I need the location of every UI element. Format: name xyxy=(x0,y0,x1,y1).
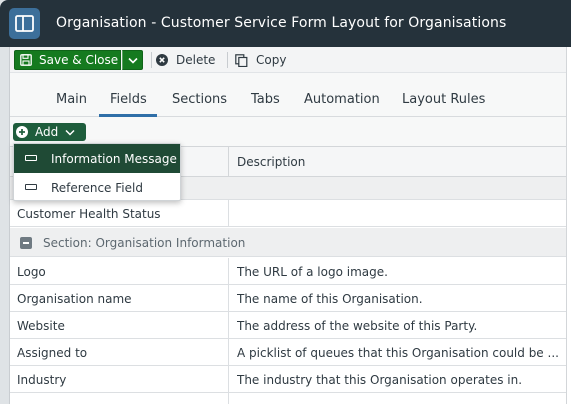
copy-icon xyxy=(235,53,248,67)
column-divider xyxy=(228,200,229,226)
save-icon xyxy=(20,54,32,66)
delete-button[interactable]: Delete xyxy=(156,51,215,69)
menu-item-label: Reference Field xyxy=(51,180,143,195)
tab-bar: Main Fields Sections Tabs Automation Lay… xyxy=(10,73,571,117)
field-name: Industry xyxy=(17,373,67,387)
field-description: A picklist of queues that this Organisat… xyxy=(237,346,559,360)
column-divider xyxy=(228,393,229,404)
field-name: Customer Health Status xyxy=(17,207,161,221)
field-icon xyxy=(25,155,37,161)
save-close-split-button: Save & Close xyxy=(14,50,148,70)
app-panel-icon[interactable] xyxy=(9,8,40,39)
table-row[interactable]: Assigned to A picklist of queues that th… xyxy=(10,339,571,366)
title-bar: Organisation - Customer Service Form Lay… xyxy=(0,0,571,47)
table-row[interactable]: Logo The URL of a logo image. xyxy=(10,258,571,285)
tab-automation[interactable]: Automation xyxy=(304,92,380,107)
field-name: Assigned to xyxy=(17,346,88,360)
field-description: The name of this Organisation. xyxy=(237,292,423,306)
delete-label: Delete xyxy=(176,53,216,67)
field-description: The industry that this Organisation oper… xyxy=(237,373,523,387)
add-toolbar: Add xyxy=(10,117,571,146)
field-name: Website xyxy=(17,319,65,333)
column-divider xyxy=(228,366,229,392)
toolbar-divider xyxy=(227,52,228,68)
copy-button[interactable]: Copy xyxy=(235,51,286,69)
toolbar-divider xyxy=(151,52,152,68)
section-header-row[interactable]: Section: Organisation Information xyxy=(10,228,571,257)
save-options-dropdown[interactable] xyxy=(122,50,143,70)
table-row[interactable] xyxy=(10,393,571,404)
add-label: Add xyxy=(35,125,59,139)
menu-item-reference-field[interactable]: Reference Field xyxy=(14,173,180,202)
save-close-label: Save & Close xyxy=(39,53,119,67)
delete-icon xyxy=(156,54,168,66)
column-divider xyxy=(228,285,229,311)
save-close-button[interactable]: Save & Close xyxy=(14,50,121,70)
field-name: Organisation name xyxy=(17,292,132,306)
add-menu: Information Message Reference Field xyxy=(13,143,181,201)
tab-tabs[interactable]: Tabs xyxy=(251,92,280,107)
toolbar: Save & Close Delete Copy xyxy=(10,47,571,73)
table-row[interactable]: Organisation name The name of this Organ… xyxy=(10,285,571,312)
column-divider xyxy=(228,147,229,177)
field-description: The URL of a logo image. xyxy=(237,265,388,279)
chevron-down-icon xyxy=(65,129,75,136)
tab-main[interactable]: Main xyxy=(56,92,87,107)
form-layout-panel: Save & Close Delete Copy Main Fields Sec… xyxy=(9,47,571,404)
field-name: Logo xyxy=(17,265,46,279)
column-divider xyxy=(228,258,229,284)
table-row[interactable]: Customer Health Status xyxy=(10,200,571,227)
field-icon xyxy=(25,184,37,190)
column-header-description[interactable]: Description xyxy=(237,155,305,169)
menu-item-label: Information Message xyxy=(51,151,177,166)
chevron-down-icon xyxy=(127,57,138,64)
menu-item-information-message[interactable]: Information Message xyxy=(14,144,180,173)
copy-label: Copy xyxy=(256,53,287,67)
plus-circle-icon xyxy=(16,126,28,138)
add-button[interactable]: Add xyxy=(13,123,86,141)
tab-sections[interactable]: Sections xyxy=(172,92,227,107)
tab-layout-rules[interactable]: Layout Rules xyxy=(402,92,485,107)
field-description: The address of the website of this Party… xyxy=(237,319,478,333)
section-label: Section: Organisation Information xyxy=(43,236,246,250)
collapse-icon[interactable] xyxy=(20,237,32,249)
tab-fields[interactable]: Fields xyxy=(110,92,147,107)
table-row[interactable]: Industry The industry that this Organisa… xyxy=(10,366,571,393)
table-row[interactable]: Website The address of the website of th… xyxy=(10,312,571,339)
window-title: Organisation - Customer Service Form Lay… xyxy=(56,15,507,31)
column-divider xyxy=(228,312,229,338)
scrollbar[interactable] xyxy=(566,47,571,404)
column-divider xyxy=(228,339,229,365)
